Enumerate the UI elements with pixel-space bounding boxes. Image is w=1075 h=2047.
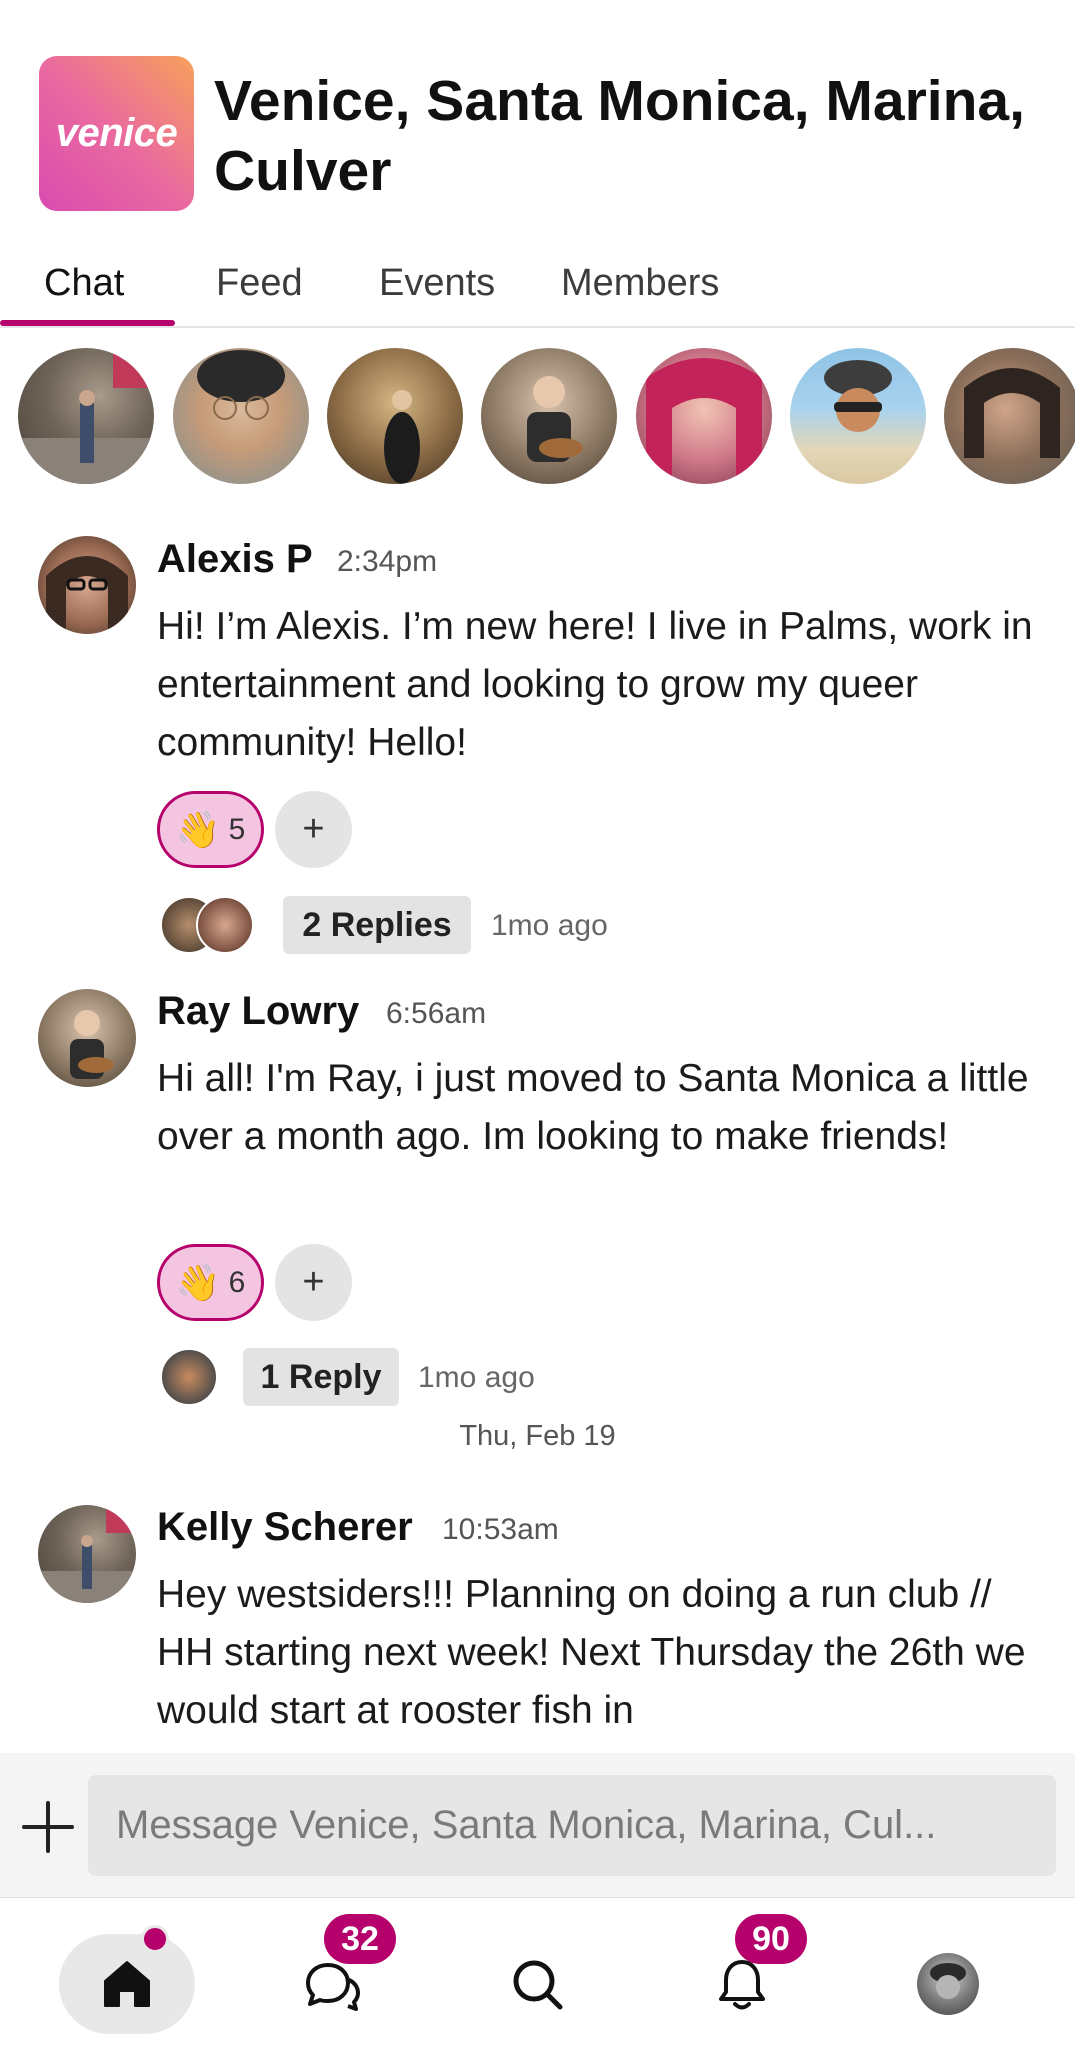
member-avatar[interactable] <box>790 348 926 484</box>
reply-time-ago: 1mo ago <box>491 909 608 942</box>
nav-search[interactable] <box>469 1934 605 2034</box>
message-time: 10:53am <box>442 1513 559 1546</box>
author-avatar[interactable] <box>38 989 136 1087</box>
member-avatar[interactable] <box>173 348 309 484</box>
home-notification-dot <box>141 1925 169 1953</box>
profile-photo-icon <box>930 1963 966 1999</box>
reply-avatar <box>160 1348 218 1406</box>
author-name[interactable]: Kelly Scherer <box>157 1505 413 1550</box>
notifications-badge: 90 <box>735 1914 807 1964</box>
author-photo-icon <box>46 556 128 634</box>
member-photo-icon <box>964 368 1060 458</box>
home-icon <box>104 1961 150 2007</box>
author-name[interactable]: Alexis P <box>157 537 313 582</box>
message-time: 6:56am <box>386 997 487 1030</box>
bottom-nav: 32 90 <box>0 1897 1075 2047</box>
group-logo-text: venice <box>55 111 178 155</box>
reply-avatar <box>196 896 254 954</box>
tab-events[interactable]: Events <box>379 258 495 318</box>
replies-button[interactable]: 1 Reply <box>243 1348 399 1406</box>
chat-bubbles-icon <box>306 1963 360 2011</box>
member-avatar[interactable] <box>18 348 154 484</box>
group-header: venice Venice, Santa Monica, Marina, Cul… <box>0 0 1075 230</box>
member-avatar[interactable] <box>944 348 1075 484</box>
message-text: Hi all! I'm Ray, i just moved to Santa M… <box>157 1057 1029 1158</box>
active-tab-indicator <box>0 320 175 326</box>
member-avatar[interactable] <box>327 348 463 484</box>
message-input[interactable] <box>88 1775 1056 1876</box>
author-name[interactable]: Ray Lowry <box>157 989 359 1034</box>
author-photo-icon <box>38 1505 136 1603</box>
add-attachment-icon[interactable] <box>20 1799 76 1855</box>
chats-badge: 32 <box>324 1914 396 1964</box>
bell-icon <box>719 1960 765 2010</box>
reaction-count: 5 <box>228 812 246 846</box>
profile-avatar <box>917 1953 979 2015</box>
tab-feed[interactable]: Feed <box>216 258 303 318</box>
member-avatar[interactable] <box>481 348 617 484</box>
replies-button[interactable]: 2 Replies <box>283 896 471 954</box>
message-text: Hey westsiders!!! Planning on doing a ru… <box>157 1573 1026 1732</box>
group-logo[interactable]: venice <box>39 56 194 211</box>
nav-profile[interactable] <box>880 1934 1016 2034</box>
member-avatar[interactable] <box>636 348 772 484</box>
wave-emoji-icon: 👋 <box>175 1261 221 1303</box>
member-photo-icon <box>527 376 583 462</box>
wave-emoji-icon: 👋 <box>175 808 221 850</box>
reply-avatars <box>160 896 260 954</box>
wave-reaction[interactable]: 👋 6 <box>157 1244 264 1321</box>
tab-members[interactable]: Members <box>561 258 719 318</box>
member-photo-icon <box>18 348 154 484</box>
member-photo-icon <box>197 350 285 420</box>
member-photo-icon <box>646 358 762 484</box>
nav-home[interactable] <box>59 1934 195 2034</box>
reply-time-ago: 1mo ago <box>418 1361 535 1394</box>
tab-bar: Chat Feed Events Members <box>0 248 1075 328</box>
reply-avatars <box>160 1348 220 1406</box>
member-photo-icon <box>824 360 892 432</box>
reaction-count: 6 <box>228 1265 246 1299</box>
message-text: Hi! I’m Alexis. I’m new here! I live in … <box>157 605 1033 764</box>
add-reaction-button[interactable]: + <box>275 791 352 868</box>
search-icon <box>513 1960 563 2010</box>
author-photo-icon <box>70 1010 114 1079</box>
member-avatar-row[interactable] <box>0 346 1075 486</box>
tab-chat[interactable]: Chat <box>44 258 124 318</box>
date-separator: Thu, Feb 19 <box>459 1420 616 1452</box>
message-time: 2:34pm <box>337 545 438 578</box>
author-avatar[interactable] <box>38 536 136 634</box>
wave-reaction[interactable]: 👋 5 <box>157 791 264 868</box>
message-composer <box>0 1753 1075 1897</box>
author-avatar[interactable] <box>38 1505 136 1603</box>
add-reaction-button[interactable]: + <box>275 1244 352 1321</box>
group-title: Venice, Santa Monica, Marina, Culver <box>214 69 1025 203</box>
member-photo-icon <box>384 390 420 484</box>
